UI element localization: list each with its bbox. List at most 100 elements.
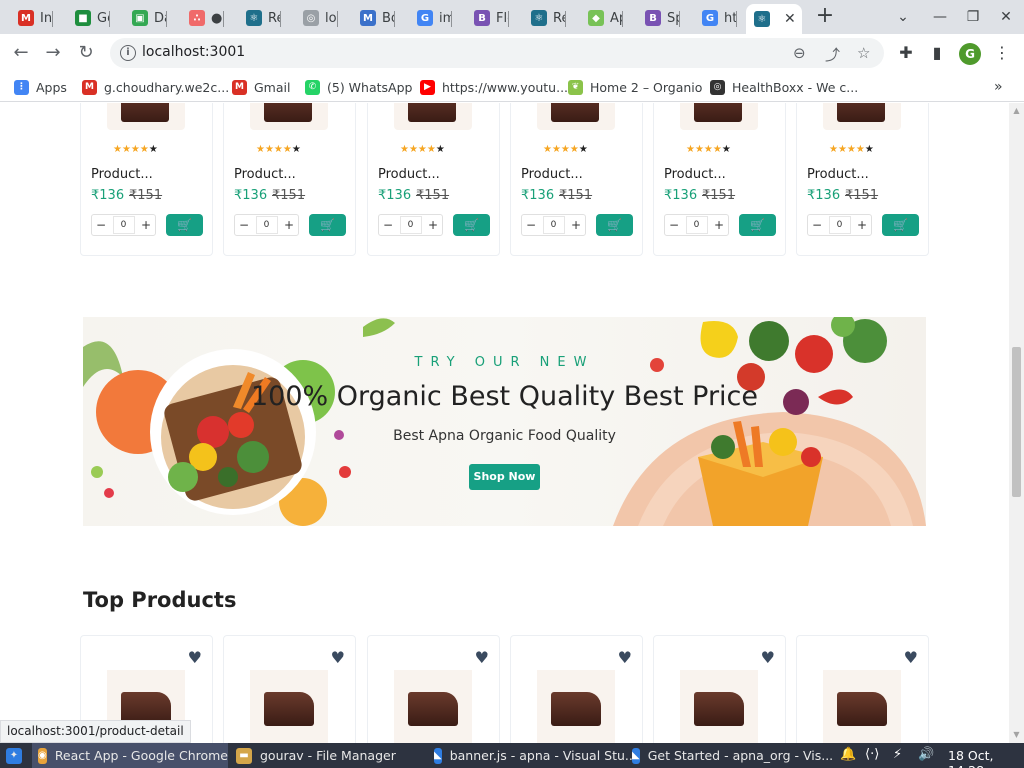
product-card[interactable]: ★★★★★ Product... ₹136 ₹151 −0 + 🛒 (653, 103, 786, 256)
reload-button[interactable]: ↻ (74, 42, 98, 64)
bookmark-item[interactable]: ▶ https://www.youtu... (420, 78, 568, 96)
minimize-button[interactable]: — (929, 6, 951, 28)
product-image[interactable] (394, 670, 472, 743)
tab-11[interactable]: B Sp (637, 4, 680, 32)
bookmark-item[interactable]: Mg.choudhary.we2c... (82, 78, 229, 96)
address-bar[interactable]: i localhost:3001 ⊖ ⤴ ☆ (110, 38, 884, 68)
site-info-icon[interactable]: i (120, 45, 136, 61)
product-card[interactable]: ★★★★★ Product... ₹136 ₹151 −0 + 🛒 (367, 103, 500, 256)
close-tab-icon[interactable]: ✕ (784, 11, 796, 27)
product-card[interactable]: ★★★★★ Product... ₹136 ₹151 −0 + 🛒 (796, 103, 929, 256)
increment-button[interactable]: + (428, 218, 438, 232)
add-to-cart-button[interactable]: 🛒 (166, 214, 203, 236)
bookmark-item[interactable]: ◎ HealthBoxx - We c... (710, 78, 858, 96)
product-card[interactable]: ★★★★★ Product... ₹136 ₹151 −0 + 🛒 (80, 103, 213, 256)
shop-now-button[interactable]: Shop Now (469, 464, 540, 490)
scroll-up-icon[interactable]: ▲ (1012, 106, 1021, 115)
tab-3[interactable]: ∴● / (181, 4, 224, 32)
taskbar-task[interactable]: ◣ banner.js - apna - Visual Stu... (428, 743, 637, 768)
add-to-cart-button[interactable]: 🛒 (739, 214, 776, 236)
product-name[interactable]: Product... (91, 167, 153, 182)
forward-button[interactable]: → (41, 42, 65, 64)
quantity-value[interactable]: 0 (828, 216, 851, 234)
tab-1[interactable]: ■Go (67, 4, 110, 32)
quantity-value[interactable]: 0 (255, 216, 278, 234)
increment-button[interactable]: + (284, 218, 294, 232)
top-product-card[interactable]: ♥ (367, 635, 500, 743)
extensions-icon[interactable]: ✚ (895, 42, 917, 64)
tab-active[interactable]: ⚛ ✕ (746, 4, 802, 34)
tab-2[interactable]: ▣Da (124, 4, 167, 32)
tab-10[interactable]: ◆Ap (580, 4, 623, 32)
bookmark-star-icon[interactable]: ☆ (857, 44, 870, 62)
back-button[interactable]: ← (9, 42, 33, 64)
url-text[interactable]: localhost:3001 (142, 44, 245, 60)
taskbar-task[interactable]: ◉ React App - Google Chrome (32, 743, 228, 768)
zoom-icon[interactable]: ⊖ (793, 44, 806, 62)
increment-button[interactable]: + (714, 218, 724, 232)
decrement-button[interactable]: − (383, 218, 393, 232)
top-product-card[interactable]: ♥ (796, 635, 929, 743)
scrollbar-thumb[interactable] (1012, 347, 1021, 497)
power-icon[interactable]: ⚡ (893, 747, 902, 762)
heart-icon[interactable]: ♥ (188, 648, 202, 667)
taskbar-task[interactable]: ◣ Get Started - apna_org - Vis... (626, 743, 833, 768)
close-window-button[interactable]: ✕ (995, 6, 1017, 28)
chrome-menu-icon[interactable]: ⋮ (991, 42, 1013, 64)
product-image[interactable] (394, 103, 472, 130)
decrement-button[interactable]: − (239, 218, 249, 232)
profile-avatar[interactable]: G (959, 43, 981, 65)
heart-icon[interactable]: ♥ (331, 648, 345, 667)
add-to-cart-button[interactable]: 🛒 (882, 214, 919, 236)
bookmark-item[interactable]: ✆ (5) WhatsApp (305, 78, 412, 96)
taskbar-task[interactable]: ▬ gourav - File Manager (230, 743, 426, 768)
decrement-button[interactable]: − (96, 218, 106, 232)
quantity-value[interactable]: 0 (112, 216, 135, 234)
product-image[interactable] (107, 103, 185, 130)
product-image[interactable] (680, 670, 758, 743)
bookmarks-overflow-button[interactable]: » (994, 78, 1003, 96)
top-product-card[interactable]: ♥ (510, 635, 643, 743)
heart-icon[interactable]: ♥ (475, 648, 489, 667)
scroll-down-icon[interactable]: ▼ (1012, 730, 1021, 739)
tab-7[interactable]: Gima (409, 4, 452, 32)
network-icon[interactable]: ⟨·⟩ (865, 747, 879, 762)
product-image[interactable] (250, 670, 328, 743)
add-to-cart-button[interactable]: 🛒 (453, 214, 490, 236)
product-card[interactable]: ★★★★★ Product... ₹136 ₹151 −0 + 🛒 (510, 103, 643, 256)
product-name[interactable]: Product... (664, 167, 726, 182)
heart-icon[interactable]: ♥ (904, 648, 918, 667)
tab-5[interactable]: ◎loc (295, 4, 338, 32)
quantity-value[interactable]: 0 (542, 216, 565, 234)
increment-button[interactable]: + (141, 218, 151, 232)
product-image[interactable] (823, 103, 901, 130)
tab-8[interactable]: BFle (466, 4, 509, 32)
quantity-value[interactable]: 0 (685, 216, 708, 234)
product-card[interactable]: ★★★★★ Product... ₹136 ₹151 −0 + 🛒 (223, 103, 356, 256)
tab-9[interactable]: ⚛ Re (523, 4, 566, 32)
product-name[interactable]: Product... (521, 167, 583, 182)
volume-icon[interactable]: 🔊 (918, 747, 934, 762)
decrement-button[interactable]: − (812, 218, 822, 232)
heart-icon[interactable]: ♥ (618, 648, 632, 667)
increment-button[interactable]: + (571, 218, 581, 232)
product-image[interactable] (680, 103, 758, 130)
heart-icon[interactable]: ♥ (761, 648, 775, 667)
product-image[interactable] (537, 670, 615, 743)
bookmark-item[interactable]: ❦ Home 2 – Organio (568, 78, 702, 96)
top-product-card[interactable]: ♥ (653, 635, 786, 743)
top-product-card[interactable]: ♥ (223, 635, 356, 743)
tab-0[interactable]: MInb (10, 4, 53, 32)
clock[interactable]: 18 Oct, 14:28 (948, 748, 1024, 768)
product-name[interactable]: Product... (378, 167, 440, 182)
new-tab-button[interactable]: + (814, 5, 836, 28)
decrement-button[interactable]: − (669, 218, 679, 232)
bookmark-item[interactable]: M Gmail (232, 78, 290, 96)
page-scrollbar[interactable]: ▲ ▼ (1009, 103, 1024, 743)
product-name[interactable]: Product... (234, 167, 296, 182)
decrement-button[interactable]: − (526, 218, 536, 232)
restore-button[interactable]: ❐ (962, 6, 984, 28)
side-panel-icon[interactable]: ▮ (926, 42, 948, 64)
share-icon[interactable]: ⤴ (825, 44, 840, 65)
quantity-value[interactable]: 0 (399, 216, 422, 234)
